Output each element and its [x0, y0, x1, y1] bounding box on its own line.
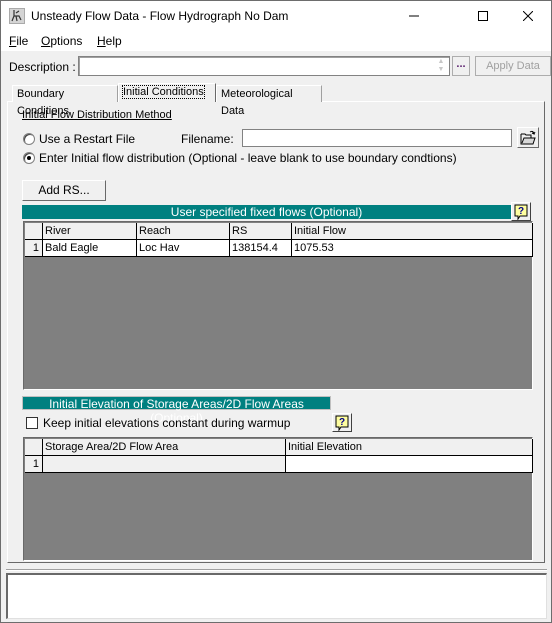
- corner-cell: [25, 439, 43, 456]
- svg-text:?: ?: [339, 417, 345, 428]
- column-header-initial-flow[interactable]: Initial Flow: [292, 223, 533, 240]
- menu-options-mnemonic: O: [41, 34, 51, 48]
- fixed-flows-header-row: River Reach RS Initial Flow: [25, 223, 533, 240]
- spin-down-icon: ▼: [437, 66, 445, 73]
- close-button[interactable]: [505, 1, 551, 31]
- help-question-icon: ?: [335, 415, 349, 431]
- cell-initial-flow[interactable]: 1075.53: [292, 240, 533, 257]
- column-header-river[interactable]: River: [43, 223, 137, 240]
- initial-flow-method-heading: Initial Flow Distribution Method: [22, 109, 172, 121]
- menu-help[interactable]: Help: [97, 34, 122, 48]
- storage-elevation-section-header: Initial Elevation of Storage Areas/2D Fl…: [22, 396, 331, 425]
- filename-label: Filename:: [181, 132, 234, 146]
- unsteady-flow-data-window: Unsteady Flow Data - Flow Hydrograph No …: [0, 0, 552, 623]
- svg-text:?: ?: [518, 206, 524, 217]
- maximize-button[interactable]: [460, 1, 506, 31]
- help-question-icon: ?: [514, 204, 528, 220]
- description-browse-button[interactable]: ...: [452, 56, 470, 76]
- apply-data-button[interactable]: Apply Data: [475, 56, 551, 76]
- add-rs-button[interactable]: Add RS...: [22, 180, 106, 201]
- column-header-storage-area[interactable]: Storage Area/2D Flow Area: [43, 439, 286, 456]
- window-title: Unsteady Flow Data - Flow Hydrograph No …: [31, 9, 289, 23]
- description-input[interactable]: ▲ ▼: [78, 56, 450, 76]
- cell-storage-area[interactable]: [43, 456, 286, 473]
- column-header-initial-elevation[interactable]: Initial Elevation: [286, 439, 533, 456]
- keep-elevations-constant-label[interactable]: Keep initial elevations constant during …: [43, 416, 290, 430]
- storage-elevation-table: Storage Area/2D Flow Area Initial Elevat…: [23, 437, 533, 561]
- menu-options-label: ptions: [50, 34, 83, 48]
- column-header-rs[interactable]: RS: [230, 223, 292, 240]
- table-row: 1: [25, 456, 533, 473]
- menu-help-label: elp: [105, 34, 122, 48]
- restart-file-label[interactable]: Use a Restart File: [39, 132, 135, 146]
- keep-elevations-constant-checkbox[interactable]: [26, 417, 38, 429]
- row-number[interactable]: 1: [25, 240, 43, 257]
- column-header-reach[interactable]: Reach: [137, 223, 230, 240]
- menu-bar: File Options Help: [1, 31, 551, 51]
- fixed-flows-table: River Reach RS Initial Flow 1 Bald Eagle…: [23, 221, 533, 390]
- row-number[interactable]: 1: [25, 456, 43, 473]
- menu-help-mnemonic: H: [97, 34, 106, 48]
- spin-up-icon: ▲: [437, 58, 445, 65]
- storage-header-row: Storage Area/2D Flow Area Initial Elevat…: [25, 439, 533, 456]
- corner-cell: [25, 223, 43, 240]
- title-bar: Unsteady Flow Data - Flow Hydrograph No …: [1, 1, 551, 31]
- app-icon: [9, 8, 25, 24]
- menu-file[interactable]: File: [9, 34, 28, 48]
- open-folder-icon: [520, 130, 536, 145]
- fixed-flows-section-header: User specified fixed flows (Optional): [22, 205, 511, 219]
- description-spinner[interactable]: ▲ ▼: [435, 58, 447, 74]
- cell-initial-elevation[interactable]: [286, 456, 533, 473]
- tab-meteorological-data[interactable]: Meteorological Data: [216, 85, 322, 117]
- open-file-button[interactable]: [517, 127, 539, 148]
- cell-river[interactable]: Bald Eagle: [43, 240, 137, 257]
- enter-initial-flow-label[interactable]: Enter Initial flow distribution (Optiona…: [39, 151, 457, 165]
- restart-file-radio[interactable]: [23, 133, 35, 145]
- tab-boundary-conditions[interactable]: Boundary Conditions: [12, 85, 118, 117]
- fixed-flows-help-button[interactable]: ?: [511, 202, 531, 221]
- table-row: 1 Bald Eagle Loc Hav 138154.4 1075.53: [25, 240, 533, 257]
- menu-file-label: ile: [16, 34, 29, 48]
- storage-help-button[interactable]: ?: [332, 413, 352, 432]
- enter-initial-flow-radio[interactable]: [23, 152, 35, 164]
- menu-options[interactable]: Options: [41, 34, 82, 48]
- description-label: Description :: [9, 60, 76, 74]
- tab-initial-conditions-label: Initial Conditions: [122, 85, 205, 99]
- cell-reach[interactable]: Loc Hav: [137, 240, 230, 257]
- separator: [6, 569, 547, 571]
- tab-initial-conditions[interactable]: Initial Conditions: [118, 83, 216, 102]
- status-message-area: [6, 573, 547, 619]
- filename-input[interactable]: [242, 129, 512, 147]
- cell-rs[interactable]: 138154.4: [230, 240, 292, 257]
- minimize-button[interactable]: [391, 1, 437, 31]
